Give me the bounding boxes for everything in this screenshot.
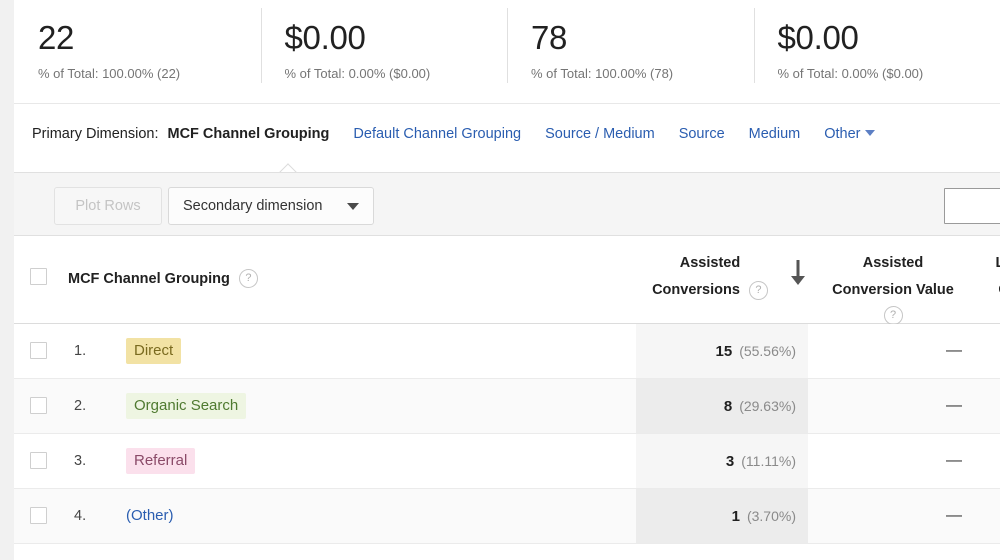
cell-assisted-conversion-value: —	[946, 452, 962, 469]
dimension-link-default-channel-grouping[interactable]: Default Channel Grouping	[353, 126, 521, 142]
dimension-link-source[interactable]: Source	[679, 126, 725, 142]
row-checkbox-wrap	[30, 397, 47, 414]
table-search-box[interactable]	[944, 188, 1000, 224]
table-body: 1. Direct 15 (55.56%) — 2. Organic Search 8 (29.…	[14, 324, 1000, 544]
metric-percent: (3.70%)	[746, 508, 796, 524]
primary-dimension-bar: Primary Dimension: MCF Channel Grouping …	[14, 105, 1000, 172]
cell-assisted-conversion-value: —	[946, 397, 962, 414]
secondary-dimension-label: Secondary dimension	[183, 198, 323, 214]
cell-assisted-conversion-value: —	[946, 507, 962, 524]
row-checkbox-wrap	[30, 507, 47, 524]
column-header-line1: Assisted	[679, 255, 741, 271]
row-checkbox[interactable]	[30, 452, 47, 469]
cell-assisted-conversions: 15 (55.56%)	[636, 324, 808, 378]
column-header-line1: Las	[995, 255, 1000, 271]
table-toolbar: Plot Rows Secondary dimension	[14, 172, 1000, 236]
cell-assisted-conversions: 8 (29.63%)	[636, 379, 808, 433]
column-header-line1: Assisted	[862, 255, 924, 271]
channel-label[interactable]: Direct	[126, 338, 182, 364]
metric-card-assisted-conversions: 22 % of Total: 100.00% (22)	[14, 0, 261, 103]
row-checkbox[interactable]	[30, 397, 47, 414]
row-index: 3.	[74, 453, 87, 469]
table-header-row: MCF Channel Grouping ? Assisted Conversi…	[14, 236, 1000, 325]
search-input[interactable]	[945, 189, 1000, 223]
dimension-other-label: Other	[824, 126, 861, 142]
analytics-report-screen: 22 % of Total: 100.00% (22) $0.00 % of T…	[0, 0, 1000, 560]
column-header-line2: Conversions	[652, 282, 740, 298]
primary-dimension-active[interactable]: MCF Channel Grouping	[168, 126, 330, 142]
metric-percent: (11.11%)	[741, 453, 796, 469]
column-header-line2: Co	[978, 277, 1000, 304]
metric-subtext: % of Total: 100.00% (78)	[531, 66, 674, 81]
report-panel: 22 % of Total: 100.00% (22) $0.00 % of T…	[14, 0, 1000, 560]
column-header-last-click-conversions[interactable]: Las Co	[978, 250, 1000, 304]
row-label-wrap: (Other)	[126, 489, 174, 543]
metric-subtext: % of Total: 100.00% (22)	[38, 66, 181, 81]
channel-label[interactable]: Organic Search	[126, 393, 247, 419]
cell-assisted-conversions: 3 (11.11%)	[636, 434, 808, 488]
select-all-checkbox-wrap	[30, 268, 47, 285]
channel-label[interactable]: Referral	[126, 448, 196, 474]
row-checkbox[interactable]	[30, 507, 47, 524]
dimension-link-medium[interactable]: Medium	[749, 126, 801, 142]
selected-dimension-notch	[276, 163, 300, 172]
column-header-mcf-channel-grouping[interactable]: MCF Channel Grouping ?	[68, 269, 258, 288]
report-table: MCF Channel Grouping ? Assisted Conversi…	[14, 236, 1000, 544]
metric-subtext: % of Total: 0.00% ($0.00)	[777, 66, 924, 81]
metric-percent: (29.63%)	[739, 398, 796, 414]
row-index: 2.	[74, 398, 87, 414]
help-icon[interactable]: ?	[238, 269, 258, 288]
table-row: 1. Direct 15 (55.56%) —	[14, 324, 1000, 379]
metric-number: 3	[725, 452, 735, 470]
row-index: 1.	[74, 343, 87, 359]
dimension-link-source-medium[interactable]: Source / Medium	[545, 126, 655, 142]
metric-value: 78	[531, 19, 568, 56]
metric-value: $0.00	[777, 19, 859, 56]
column-header-line2: Conversion Value	[832, 282, 954, 298]
row-index: 4.	[74, 508, 87, 524]
metric-subtext: % of Total: 0.00% ($0.00)	[284, 66, 431, 81]
row-label-wrap: Direct	[126, 324, 182, 378]
metric-number: 1	[731, 507, 740, 525]
metric-value: $0.00	[284, 19, 366, 56]
row-checkbox-wrap	[30, 452, 47, 469]
table-row: 3. Referral 3 (11.11%) —	[14, 434, 1000, 489]
table-row: 4. (Other) 1 (3.70%) —	[14, 489, 1000, 544]
channel-label[interactable]: (Other)	[126, 503, 174, 529]
row-label-wrap: Referral	[126, 434, 196, 488]
row-checkbox[interactable]	[30, 342, 47, 359]
row-checkbox-wrap	[30, 342, 47, 359]
cell-assisted-conversion-value: —	[946, 342, 962, 359]
plot-rows-button[interactable]: Plot Rows	[54, 187, 162, 225]
metric-percent: (55.56%)	[739, 343, 796, 359]
column-header-assisted-conversion-value[interactable]: Assisted Conversion Value ?	[810, 250, 976, 325]
metric-card-last-click-conversions: 78 % of Total: 100.00% (78)	[507, 0, 754, 103]
metric-value: 22	[38, 19, 75, 56]
metric-card-last-click-conversion-value: $0.00 % of Total: 0.00% ($0.00)	[753, 0, 1000, 103]
cell-assisted-conversions: 1 (3.70%)	[636, 489, 808, 543]
metric-card-assisted-conversion-value: $0.00 % of Total: 0.00% ($0.00)	[260, 0, 508, 103]
column-header-label: MCF Channel Grouping	[68, 270, 230, 287]
metric-number: 15	[715, 342, 733, 360]
dimension-link-other[interactable]: Other	[824, 126, 876, 142]
secondary-dimension-button[interactable]: Secondary dimension	[168, 187, 374, 225]
metric-number: 8	[723, 397, 733, 415]
help-icon[interactable]: ?	[748, 281, 768, 300]
help-icon[interactable]: ?	[883, 306, 903, 325]
primary-dimension-label: Primary Dimension:	[32, 126, 159, 142]
metric-summary-row: 22 % of Total: 100.00% (22) $0.00 % of T…	[14, 0, 1000, 104]
chevron-down-icon	[347, 202, 359, 210]
chevron-down-icon	[865, 130, 876, 136]
table-row: 2. Organic Search 8 (29.63%) —	[14, 379, 1000, 434]
column-header-assisted-conversions[interactable]: Assisted Conversions ?	[622, 250, 798, 304]
left-gutter	[0, 0, 14, 560]
row-label-wrap: Organic Search	[126, 379, 247, 433]
select-all-checkbox[interactable]	[30, 268, 47, 285]
sort-descending-arrow-icon[interactable]	[786, 258, 810, 288]
